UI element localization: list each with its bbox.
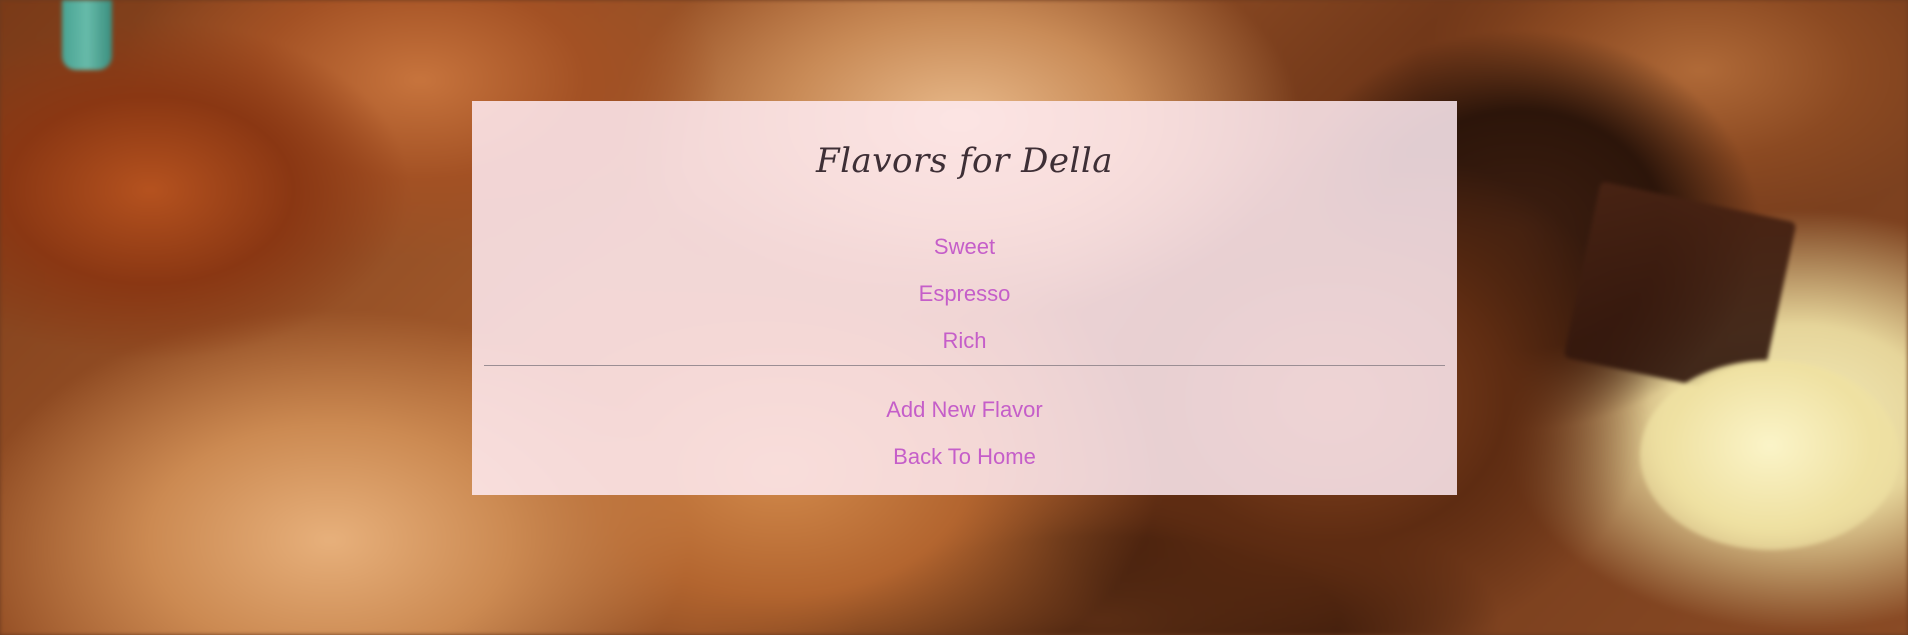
page-title: Flavors for Della: [816, 141, 1113, 181]
list-item: Sweet: [472, 223, 1457, 270]
add-new-flavor-link[interactable]: Add New Flavor: [886, 397, 1043, 422]
divider: [484, 365, 1445, 366]
background-cream-shape: [1640, 360, 1900, 550]
flavor-list: Sweet Espresso Rich: [472, 223, 1457, 364]
flavor-link-sweet[interactable]: Sweet: [934, 234, 995, 259]
background-straw-shape: [62, 0, 112, 70]
flavor-link-espresso[interactable]: Espresso: [919, 281, 1011, 306]
flavor-link-rich[interactable]: Rich: [942, 328, 986, 353]
flavors-card: Flavors for Della Sweet Espresso Rich Ad…: [472, 101, 1457, 495]
card-actions: Add New Flavor Back To Home: [472, 386, 1457, 480]
list-item: Espresso: [472, 270, 1457, 317]
list-item: Rich: [472, 317, 1457, 364]
back-to-home-link[interactable]: Back To Home: [893, 444, 1036, 469]
